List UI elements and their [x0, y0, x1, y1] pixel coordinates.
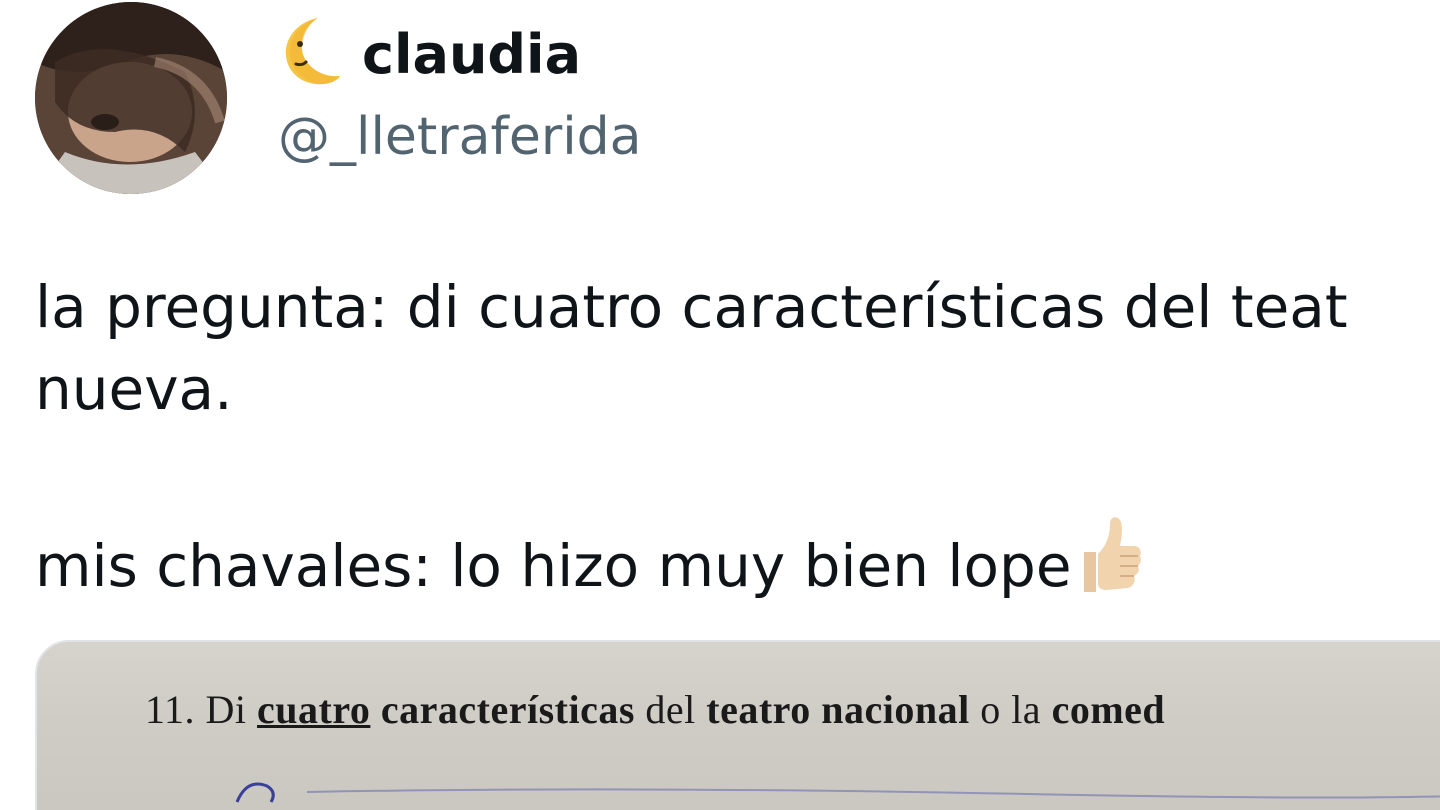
- avatar-photo: [35, 2, 227, 194]
- thumbs-up-icon: [1083, 517, 1141, 592]
- tweet-text: la pregunta: di cuatro características d…: [35, 266, 1440, 600]
- tweet-screenshot: claudia @_lletraferida la pregunta: di c…: [0, 0, 1440, 810]
- avatar[interactable]: [35, 2, 227, 194]
- tweet-line-3: mis chavales: lo hizo muy bien lope: [35, 532, 1072, 600]
- tweet-line-3-wrapper: mis chavales: lo hizo muy bien lope: [35, 512, 1440, 600]
- exam-word-del: del: [645, 687, 696, 732]
- tweet-line-1: la pregunta: di cuatro características d…: [35, 273, 1348, 341]
- user-handle[interactable]: @_lletraferida: [278, 102, 642, 172]
- handwriting-ink: [235, 782, 1440, 803]
- exam-word-di: Di: [205, 687, 247, 732]
- exam-word-cuatro: cuatro: [257, 687, 371, 732]
- exam-word-comed: comed: [1051, 687, 1166, 732]
- exam-question: 11. Di cuatro características del teatro…: [145, 680, 1165, 740]
- attached-photo[interactable]: 11. Di cuatro características del teatro…: [35, 640, 1440, 810]
- display-name[interactable]: claudia: [362, 20, 581, 90]
- question-number: 11.: [145, 687, 196, 732]
- tweet-line-2: nueva.: [35, 355, 233, 423]
- exam-word-caracteristicas: características: [380, 687, 635, 732]
- exam-word-teatro-nacional: teatro nacional: [706, 687, 970, 732]
- crescent-moon-face-icon: [285, 18, 340, 85]
- exam-word-o-la: o la: [980, 687, 1042, 732]
